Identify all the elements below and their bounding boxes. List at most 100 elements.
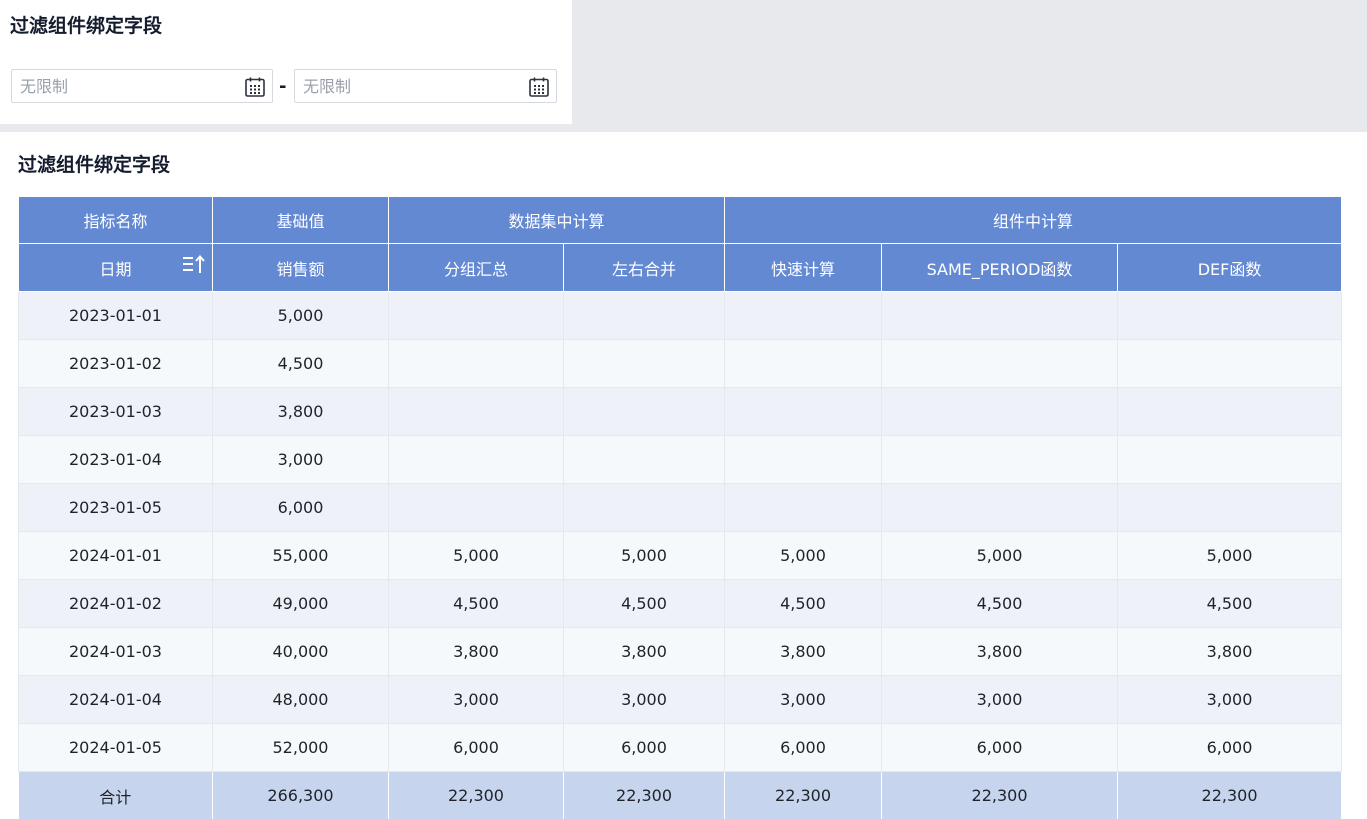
cell-sales: 3,000: [212, 435, 389, 484]
cell-lr-merge: 5,000: [563, 531, 726, 580]
end-date-field[interactable]: [294, 69, 557, 103]
cell-same-period: [881, 435, 1119, 484]
table-row: 2024-01-03 40,000 3,800 3,800 3,800 3,80…: [18, 627, 1343, 676]
column-header-lr-merge: 左右合并: [562, 243, 726, 292]
cell-def: [1117, 339, 1343, 388]
cell-same-period: [881, 339, 1119, 388]
cell-lr-merge: 4,500: [563, 579, 726, 628]
cell-sales: 6,000: [212, 483, 389, 532]
cell-group-summary: 3,000: [388, 675, 564, 724]
cell-same-period: 6,000: [881, 723, 1119, 772]
table-panel: 过滤组件绑定字段 指标名称 基础值 数据集中计算 组件中计算 日期 销售额 分组…: [0, 132, 1367, 819]
column-header-date-label: 日期: [99, 259, 132, 279]
cell-date: 2024-01-01: [18, 531, 213, 580]
cell-sales: 4,500: [212, 339, 389, 388]
cell-group-summary: [388, 435, 564, 484]
column-header-sales: 销售额: [212, 243, 389, 292]
column-header-def: DEF函数: [1117, 243, 1343, 292]
table-row: 2023-01-02 4,500: [18, 339, 1343, 388]
cell-def: [1117, 387, 1343, 436]
cell-def: [1117, 435, 1343, 484]
cell-group-summary: [388, 387, 564, 436]
cell-sales: 52,000: [212, 723, 389, 772]
table-title: 过滤组件绑定字段: [18, 154, 171, 176]
cell-lr-merge: [563, 291, 726, 340]
header-dataset-calc: 数据集中计算: [387, 196, 726, 244]
column-header-date[interactable]: 日期: [18, 243, 213, 292]
cell-quick-calc: 5,000: [724, 531, 883, 580]
end-date-input[interactable]: [303, 70, 503, 102]
cell-date: 2024-01-05: [18, 723, 213, 772]
total-group-summary: 22,300: [388, 771, 564, 819]
cell-same-period: 5,000: [881, 531, 1119, 580]
filter-panel: 过滤组件绑定字段 -: [0, 0, 572, 124]
total-sales: 266,300: [212, 771, 389, 819]
cell-lr-merge: [563, 435, 726, 484]
cell-def: 5,000: [1117, 531, 1343, 580]
column-header-quick-calc: 快速计算: [724, 243, 883, 292]
cell-sales: 48,000: [212, 675, 389, 724]
calendar-icon[interactable]: [244, 76, 266, 98]
cell-same-period: 4,500: [881, 579, 1119, 628]
total-quick-calc: 22,300: [724, 771, 883, 819]
column-header-same-period: SAME_PERIOD函数: [881, 243, 1119, 292]
total-same-period: 22,300: [881, 771, 1119, 819]
start-date-field[interactable]: [11, 69, 273, 103]
data-table: 指标名称 基础值 数据集中计算 组件中计算 日期 销售额 分组汇总 左右合并 快…: [18, 196, 1343, 819]
total-row: 合计 266,300 22,300 22,300 22,300 22,300 2…: [18, 771, 1343, 819]
start-date-input[interactable]: [20, 70, 220, 102]
cell-def: 3,800: [1117, 627, 1343, 676]
cell-lr-merge: 6,000: [563, 723, 726, 772]
cell-lr-merge: 3,800: [563, 627, 726, 676]
table-row: 2023-01-05 6,000: [18, 483, 1343, 532]
cell-quick-calc: 4,500: [724, 579, 883, 628]
date-range-separator: -: [279, 76, 287, 97]
cell-quick-calc: [724, 435, 883, 484]
cell-same-period: 3,000: [881, 675, 1119, 724]
table-row: 2023-01-03 3,800: [18, 387, 1343, 436]
filter-title: 过滤组件绑定字段: [10, 15, 163, 37]
cell-group-summary: 6,000: [388, 723, 564, 772]
table-row: 2023-01-01 5,000: [18, 291, 1343, 340]
table-row: 2024-01-05 52,000 6,000 6,000 6,000 6,00…: [18, 723, 1343, 772]
cell-same-period: [881, 291, 1119, 340]
total-def: 22,300: [1117, 771, 1343, 819]
table-row: 2023-01-04 3,000: [18, 435, 1343, 484]
cell-def: 3,000: [1117, 675, 1343, 724]
cell-lr-merge: [563, 483, 726, 532]
cell-quick-calc: 3,000: [724, 675, 883, 724]
cell-date: 2024-01-04: [18, 675, 213, 724]
cell-lr-merge: [563, 339, 726, 388]
table-row: 2024-01-04 48,000 3,000 3,000 3,000 3,00…: [18, 675, 1343, 724]
cell-date: 2023-01-04: [18, 435, 213, 484]
cell-quick-calc: 6,000: [724, 723, 883, 772]
cell-group-summary: [388, 339, 564, 388]
cell-sales: 40,000: [212, 627, 389, 676]
cell-group-summary: [388, 291, 564, 340]
cell-group-summary: 5,000: [388, 531, 564, 580]
cell-date: 2023-01-05: [18, 483, 213, 532]
cell-def: 4,500: [1117, 579, 1343, 628]
calendar-icon[interactable]: [528, 76, 550, 98]
cell-group-summary: 4,500: [388, 579, 564, 628]
cell-group-summary: [388, 483, 564, 532]
cell-same-period: [881, 483, 1119, 532]
sort-ascending-icon[interactable]: [182, 254, 206, 276]
cell-quick-calc: [724, 291, 883, 340]
cell-def: [1117, 291, 1343, 340]
cell-sales: 55,000: [212, 531, 389, 580]
cell-date: 2024-01-02: [18, 579, 213, 628]
table-row: 2024-01-01 55,000 5,000 5,000 5,000 5,00…: [18, 531, 1343, 580]
table-row: 2024-01-02 49,000 4,500 4,500 4,500 4,50…: [18, 579, 1343, 628]
cell-sales: 3,800: [212, 387, 389, 436]
cell-date: 2024-01-03: [18, 627, 213, 676]
cell-quick-calc: 3,800: [724, 627, 883, 676]
total-lr-merge: 22,300: [563, 771, 726, 819]
cell-lr-merge: 3,000: [563, 675, 726, 724]
cell-sales: 5,000: [212, 291, 389, 340]
cell-group-summary: 3,800: [388, 627, 564, 676]
header-indicator-name: 指标名称: [18, 196, 213, 244]
header-base-value: 基础值: [212, 196, 389, 244]
cell-same-period: [881, 387, 1119, 436]
cell-def: 6,000: [1117, 723, 1343, 772]
